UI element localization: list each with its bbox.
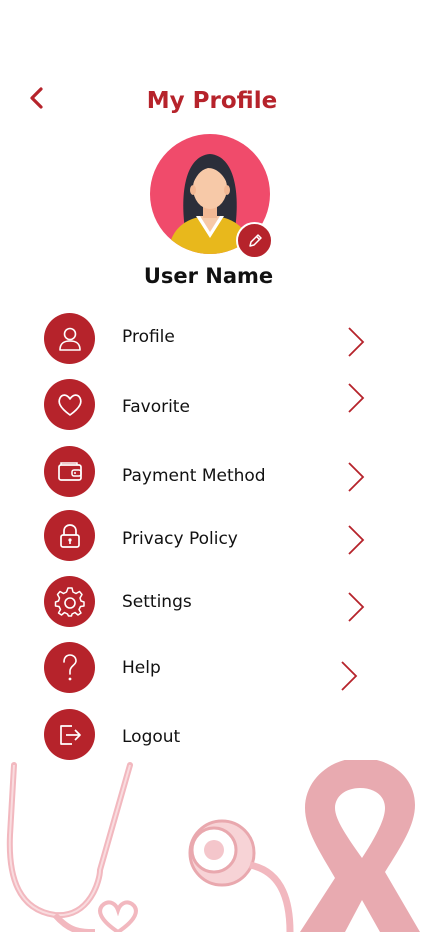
chevron-right-icon (341, 661, 358, 691)
menu-item-label: Logout (122, 727, 181, 747)
menu-item-help[interactable]: Help (44, 642, 374, 694)
chevron-right-icon (348, 327, 365, 357)
chevron-right-icon (348, 592, 365, 622)
menu-item-profile[interactable]: Profile (44, 313, 374, 365)
chevron-right-icon (348, 462, 365, 492)
menu-item-label: Favorite (122, 397, 190, 417)
menu-item-label: Payment Method (122, 466, 266, 486)
chevron-right-icon (348, 525, 365, 555)
pencil-icon (248, 233, 262, 247)
question-icon (44, 642, 95, 693)
menu-item-label: Help (122, 658, 161, 678)
menu-item-label: Privacy Policy (122, 529, 238, 549)
edit-avatar-button[interactable] (236, 222, 273, 259)
menu-item-payment-method[interactable]: Payment Method (44, 446, 374, 498)
logout-icon (44, 709, 95, 760)
user-icon (44, 313, 95, 364)
gear-icon (44, 576, 95, 627)
menu-item-favorite[interactable]: Favorite (44, 379, 374, 431)
menu-item-label: Settings (122, 592, 192, 612)
medical-decoration (6, 760, 420, 932)
user-name: User Name (143, 264, 274, 288)
chevron-right-icon (348, 383, 365, 413)
stethoscope-icon (6, 762, 133, 919)
menu-item-privacy-policy[interactable]: Privacy Policy (44, 510, 374, 562)
wallet-icon (44, 446, 95, 497)
awareness-ribbon-icon (300, 760, 420, 932)
heart-icon (44, 379, 95, 430)
menu-item-settings[interactable]: Settings (44, 576, 374, 628)
page-title: My Profile (146, 88, 278, 114)
menu-item-logout[interactable]: Logout (44, 709, 374, 761)
menu-item-label: Profile (122, 327, 175, 347)
lock-icon (44, 510, 95, 561)
